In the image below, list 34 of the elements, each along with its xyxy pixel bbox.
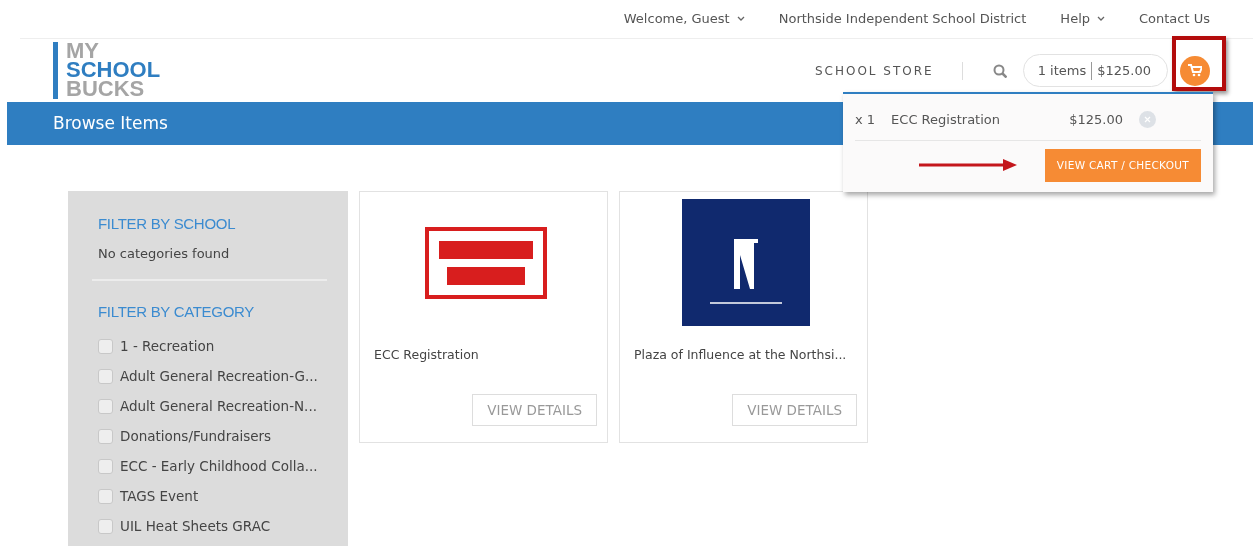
item-quantity: x 1 xyxy=(855,111,876,129)
search-icon xyxy=(992,63,1007,78)
nav-link[interactable]: Help xyxy=(1060,9,1105,29)
remove-button[interactable] xyxy=(1139,111,1156,129)
checkbox[interactable] xyxy=(98,459,113,474)
item-name: ECC Registration xyxy=(891,111,1001,129)
category-label[interactable]: Adult General Recreation-G... xyxy=(120,366,318,387)
category-label[interactable]: Adult General Recreation-N... xyxy=(120,396,317,417)
category-label[interactable]: ECC - Early Childhood Colla... xyxy=(120,456,318,477)
highlight-frame xyxy=(1172,36,1226,91)
close-icon xyxy=(1144,116,1151,124)
store-label[interactable]: SCHOOL STORE xyxy=(814,61,963,80)
page-title: Browse Items xyxy=(53,111,168,135)
cart-button[interactable] xyxy=(1180,55,1210,86)
category-label[interactable]: Donations/Fundraisers xyxy=(120,426,272,447)
category-label[interactable]: 1 - Recreation xyxy=(120,336,215,357)
product-name[interactable]: ECC Registration xyxy=(374,346,479,365)
filter-heading: FILTER BY CATEGORY xyxy=(98,302,256,322)
filter-heading: FILTER BY SCHOOL xyxy=(98,214,237,234)
checkbox[interactable] xyxy=(98,429,113,444)
cart-icon xyxy=(1188,64,1202,77)
checkbox[interactable] xyxy=(98,339,113,354)
nav-link[interactable]: Welcome, Guest xyxy=(623,9,745,29)
category-label[interactable]: TAGS Event xyxy=(120,486,199,507)
product-name[interactable]: Plaza of Influence at the Northsi... xyxy=(634,346,847,365)
checkbox[interactable] xyxy=(98,399,113,414)
checkbox[interactable] xyxy=(98,489,113,504)
checkbox[interactable] xyxy=(98,519,113,534)
empty-message: No categories found xyxy=(98,244,231,263)
nav-link[interactable]: Northside Independent School District xyxy=(778,9,1027,29)
checkbox[interactable] xyxy=(98,369,113,384)
item-price: $125.00 xyxy=(1069,111,1123,129)
category-label[interactable]: UIL Heat Sheets GRAC xyxy=(120,516,271,537)
nav-link[interactable]: Contact Us xyxy=(1139,9,1210,29)
